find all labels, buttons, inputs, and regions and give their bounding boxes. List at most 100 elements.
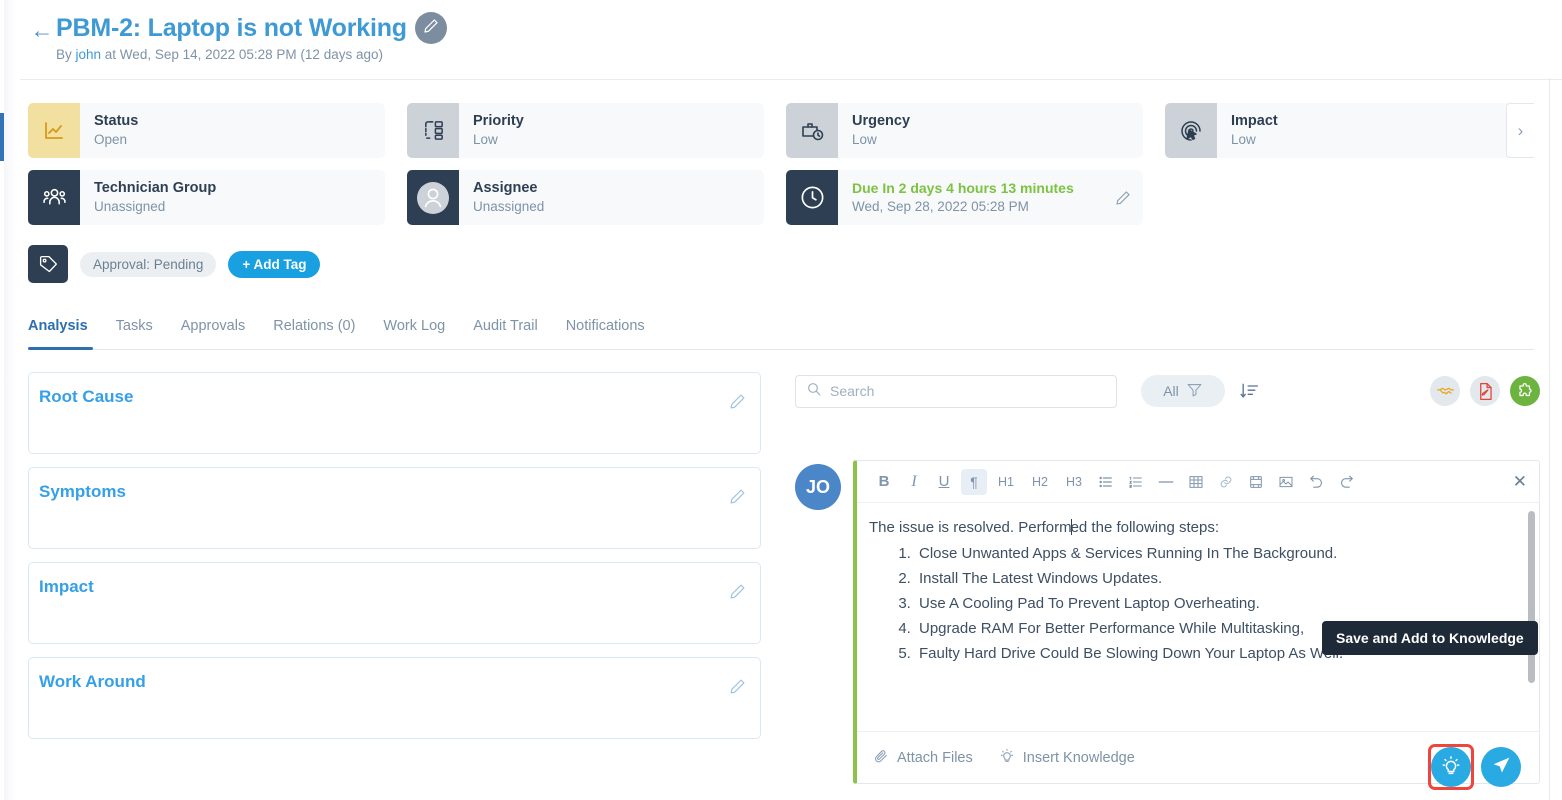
add-tag-button[interactable]: + Add Tag	[228, 250, 321, 278]
section-root-cause[interactable]: Root Cause	[28, 372, 761, 454]
author-link[interactable]: john	[76, 47, 102, 62]
card-urgency-body: Urgency Low	[838, 113, 910, 149]
tab-analysis[interactable]: Analysis	[28, 314, 102, 346]
chevron-right-icon[interactable]: ›	[1506, 103, 1534, 158]
list-item: Use A Cooling Pad To Prevent Laptop Over…	[915, 591, 1517, 616]
puzzle-piece-icon[interactable]	[1510, 376, 1540, 406]
card-impact[interactable]: Impact Low	[1165, 103, 1522, 158]
bullet-list-icon[interactable]	[1093, 469, 1119, 495]
editor-intro-after: ed the following steps:	[1070, 519, 1220, 536]
title-row: PBM-2: Laptop is not Working	[56, 12, 447, 44]
section-title: Impact	[39, 577, 94, 596]
editor-scrollbar[interactable]	[1528, 511, 1535, 683]
pencil-icon[interactable]	[729, 583, 746, 600]
redo-icon[interactable]	[1333, 469, 1359, 495]
undo-icon[interactable]	[1303, 469, 1329, 495]
card-priority-body: Priority Low	[459, 113, 524, 149]
section-work-around[interactable]: Work Around	[28, 657, 761, 739]
send-button[interactable]	[1481, 747, 1521, 787]
edit-title-button[interactable]	[414, 12, 447, 44]
attribute-cards: Status Open Priority Low Urgency Low Imp…	[28, 103, 1534, 237]
pencil-icon[interactable]	[729, 488, 746, 505]
attribute-cards-row-1: Status Open Priority Low Urgency Low Imp…	[28, 103, 1534, 158]
section-symptoms[interactable]: Symptoms	[28, 467, 761, 549]
card-technician-group[interactable]: Technician Group Unassigned	[28, 170, 385, 225]
heading-3-icon[interactable]: H3	[1059, 469, 1089, 495]
tab-notifications[interactable]: Notifications	[552, 314, 659, 346]
bold-icon[interactable]: B	[871, 469, 897, 495]
filter-button[interactable]: All	[1141, 375, 1225, 407]
due-date: Wed, Sep 28, 2022 05:28 PM	[852, 198, 1029, 214]
card-due-date[interactable]: Due In 2 days 4 hours 13 minutes Wed, Se…	[786, 170, 1143, 225]
table-icon[interactable]	[1183, 469, 1209, 495]
pencil-icon[interactable]	[1115, 190, 1131, 206]
section-impact[interactable]: Impact	[28, 562, 761, 644]
heading-1-icon[interactable]: H1	[991, 469, 1021, 495]
card-spacer	[1165, 170, 1522, 225]
user-avatar-icon	[407, 170, 459, 225]
sort-descending-icon[interactable]	[1239, 381, 1259, 401]
document-edit-icon[interactable]	[1470, 376, 1500, 406]
toolbar-action-icons	[1430, 376, 1540, 406]
editor-action-buttons	[1431, 747, 1521, 787]
close-icon[interactable]: ✕	[1513, 473, 1527, 490]
lightbulb-icon	[999, 748, 1015, 768]
search-icon	[806, 381, 822, 402]
search-input[interactable]	[830, 383, 1106, 399]
tooltip: Save and Add to Knowledge	[1322, 621, 1538, 655]
card-priority[interactable]: Priority Low	[407, 103, 764, 158]
pencil-icon[interactable]	[729, 393, 746, 410]
card-value: Low	[1231, 131, 1256, 147]
card-label: Impact	[1231, 112, 1278, 129]
send-paper-plane-icon	[1491, 755, 1512, 779]
underline-icon[interactable]: U	[931, 469, 957, 495]
card-technician-group-body: Technician Group Unassigned	[80, 180, 216, 216]
save-and-add-to-knowledge-button[interactable]	[1431, 747, 1471, 787]
tab-approvals[interactable]: Approvals	[167, 314, 259, 346]
tab-relations[interactable]: Relations (0)	[259, 314, 369, 346]
card-status[interactable]: Status Open	[28, 103, 385, 158]
avatar: JO	[795, 464, 841, 510]
arrow-left-icon[interactable]: ←	[28, 16, 56, 44]
card-label: Urgency	[852, 112, 911, 129]
insert-knowledge-button[interactable]: Insert Knowledge	[999, 748, 1135, 768]
tab-bar: Analysis Tasks Approvals Relations (0) W…	[28, 314, 1534, 346]
handshake-icon[interactable]	[1430, 376, 1460, 406]
editor-intro: The issue is resolved. Performed the fol…	[869, 515, 1517, 541]
card-label: Priority	[473, 112, 524, 129]
pencil-icon[interactable]	[729, 678, 746, 695]
tab-underline	[28, 349, 1534, 350]
card-value: Unassigned	[473, 198, 545, 214]
tab-tasks[interactable]: Tasks	[102, 314, 167, 346]
numbered-list-icon[interactable]	[1123, 469, 1149, 495]
due-headline: Due In 2 days 4 hours 13 minutes	[852, 179, 1074, 196]
horizontal-rule-icon[interactable]	[1153, 469, 1179, 495]
tab-audit-trail[interactable]: Audit Trail	[459, 314, 551, 346]
problem-detail-page: ← PBM-2: Laptop is not Working By john a…	[0, 0, 1562, 800]
video-icon[interactable]	[1243, 469, 1269, 495]
link-icon[interactable]	[1213, 469, 1239, 495]
image-icon[interactable]	[1273, 469, 1299, 495]
chart-line-icon	[28, 103, 80, 158]
users-group-icon	[28, 170, 80, 225]
italic-icon[interactable]: I	[901, 469, 927, 495]
paragraph-icon[interactable]: ¶	[961, 468, 987, 495]
section-title: Work Around	[39, 672, 146, 691]
attach-files-button[interactable]: Attach Files	[873, 748, 973, 768]
conversation-toolbar: All	[795, 370, 1540, 412]
editor-content[interactable]: The issue is resolved. Performed the fol…	[857, 503, 1539, 701]
attach-files-label: Attach Files	[897, 749, 973, 766]
editor-intro-before: The issue is resolved. Perform	[869, 519, 1072, 536]
fingerprint-cursor-icon	[1165, 103, 1217, 158]
heading-2-icon[interactable]: H2	[1025, 469, 1055, 495]
card-urgency[interactable]: Urgency Low	[786, 103, 1143, 158]
tab-work-log[interactable]: Work Log	[369, 314, 459, 346]
search-box[interactable]	[795, 374, 1117, 408]
pencil-icon	[423, 18, 439, 39]
card-assignee[interactable]: Assignee Unassigned	[407, 170, 764, 225]
analysis-sections: Root Cause Symptoms Impact Work Around	[28, 372, 761, 752]
editor-toolbar: B I U ¶ H1 H2 H3 ✕	[857, 461, 1539, 503]
tag-approval-pending[interactable]: Approval: Pending	[80, 251, 217, 277]
list-item: Close Unwanted Apps & Services Running I…	[915, 541, 1517, 566]
card-value: Low	[473, 131, 498, 147]
